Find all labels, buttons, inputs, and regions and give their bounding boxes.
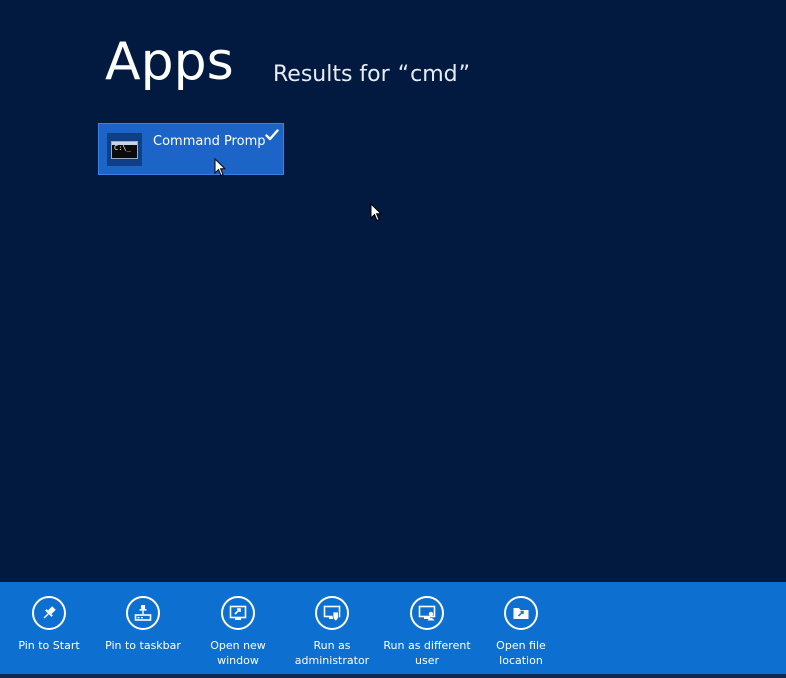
app-tile-label: Command Prompt [153,134,265,149]
pin-icon [32,596,66,630]
query-close-quote: ” [458,62,470,87]
page-title: Apps [105,32,234,92]
taskbar-edge [0,674,786,678]
folder-location-icon [504,596,538,630]
search-query: cmd [410,62,458,87]
app-tile-command-prompt[interactable]: C:\_ Command Prompt [98,123,284,175]
results-prefix: Results for [273,62,390,87]
open-file-location-label: Open file location [496,639,546,667]
command-prompt-icon-text: C:\_ [114,144,131,152]
command-prompt-icon: C:\_ [107,133,142,166]
start-screen: Apps Results for “cmd” C:\_ Command Prom… [0,0,786,678]
new-window-icon [221,596,255,630]
mouse-cursor-icon [214,158,226,177]
checkmark-icon [265,129,279,141]
different-user-icon [410,596,444,630]
pin-to-taskbar-button[interactable]: Pin to taskbar [96,596,190,653]
open-new-window-label: Open new window [210,639,266,667]
pin-to-taskbar-label: Pin to taskbar [105,639,181,652]
open-file-location-button[interactable]: Open file location [474,596,568,668]
pin-to-start-button[interactable]: Pin to Start [2,596,96,653]
pin-taskbar-icon [126,596,160,630]
pin-to-start-label: Pin to Start [18,639,80,652]
run-as-different-user-button[interactable]: Run as different user [380,596,474,668]
app-bar: Pin to Start Pin to taskbar Open new win… [0,582,786,674]
open-new-window-button[interactable]: Open new window [191,596,285,668]
query-open-quote: “ [397,62,410,87]
run-as-different-user-label: Run as different user [383,639,471,667]
run-as-administrator-button[interactable]: Run as administrator [285,596,379,668]
search-results-heading: Results for “cmd” [273,64,471,86]
shield-admin-icon [315,596,349,630]
mouse-cursor-icon [370,203,382,222]
run-as-administrator-label: Run as administrator [294,639,370,667]
